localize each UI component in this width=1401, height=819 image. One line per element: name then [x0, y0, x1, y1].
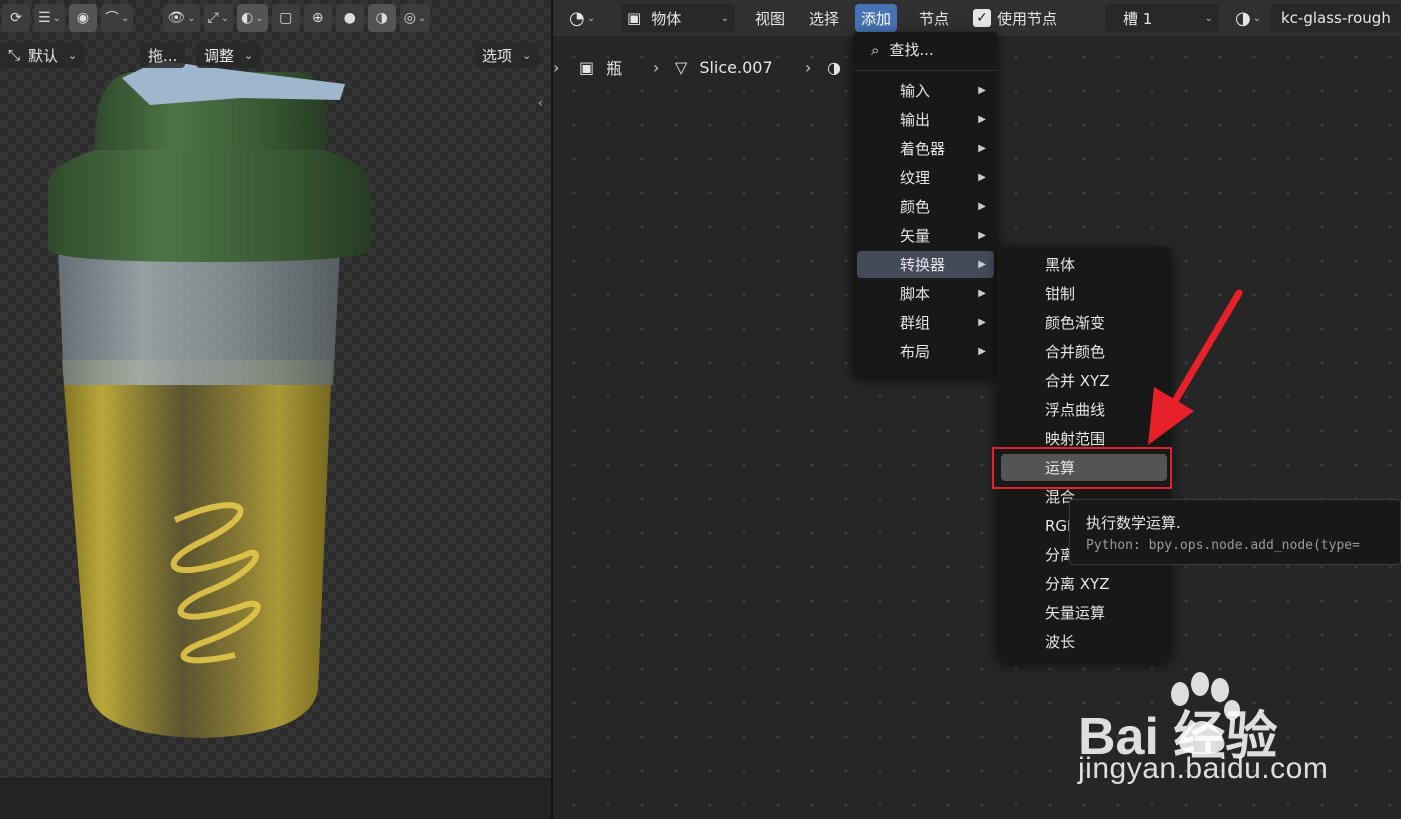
adjust-dropdown[interactable]: 调整 ⌄ [196, 42, 262, 68]
node-menu[interactable]: 节点 [913, 4, 955, 32]
menu-item-input[interactable]: 输入 ▶ [857, 77, 994, 104]
submenu-item-wavelength[interactable]: 波长 [1001, 628, 1167, 655]
move-icon: ⤡ [8, 46, 21, 64]
chevron-right-icon: › [553, 57, 560, 77]
bottle-render [48, 60, 370, 738]
view-menu[interactable]: 视图 [749, 4, 791, 32]
3d-viewport[interactable]: ⟳ ☰ ⌄ ◉ ⌒ ⌄ 👁 ⌄ ⤢ ⌄ ◐ ⌄ ▢ ⊕ ● ◑ ◎ ⌄ ⤡ 默认 ⌄ 拖...… [0, 0, 551, 819]
editor-type-dropdown[interactable]: ◔ ⌄ [563, 4, 601, 32]
pivot-point-icon[interactable]: ◉ [68, 4, 97, 32]
submenu-arrow-icon: ▶ [978, 201, 986, 212]
drag-dropdown[interactable]: 拖... [140, 42, 186, 68]
object-icon: ▣ [579, 57, 595, 77]
menu-item-script[interactable]: 脚本 ▶ [857, 280, 994, 307]
viewport-footer [0, 778, 551, 819]
options-dropdown[interactable]: 选项 ⌄ [474, 42, 540, 68]
submenu-arrow-icon: ▶ [978, 317, 986, 328]
collapse-chevron-icon[interactable]: ‹ [538, 96, 550, 114]
annotation-arrow-icon [1148, 289, 1243, 445]
add-menu-dropdown: ⌕ 查找... 输入 ▶ 输出 ▶ 着色器 ▶ 纹理 ▶ 颜色 ▶ 矢量 ▶ 转换器 ▶ 脚本… [853, 32, 998, 377]
submenu-arrow-icon: ▶ [978, 143, 986, 154]
slot-dropdown[interactable]: 槽 1 ⌄ [1105, 4, 1219, 32]
object-icon: ▣ [627, 9, 642, 27]
cursor-tool-icon[interactable]: ⟳ [2, 4, 30, 32]
submenu-arrow-icon: ▶ [978, 172, 986, 183]
menu-item-layout[interactable]: 布局 ▶ [857, 338, 994, 365]
submenu-item-vector-math[interactable]: 矢量运算 [1001, 599, 1167, 626]
search-icon: ⌕ [871, 40, 880, 59]
submenu-arrow-icon: ▶ [978, 230, 986, 241]
menu-item-group[interactable]: 群组 ▶ [857, 309, 994, 336]
material-sphere-icon: ◑ [1235, 7, 1251, 29]
material-browse-button[interactable]: ◑ ⌄ [1229, 4, 1267, 32]
submenu-item-separate-xyz[interactable]: 分离 XYZ [1001, 570, 1167, 597]
submenu-arrow-icon: ▶ [978, 288, 986, 299]
submenu-arrow-icon: ▶ [978, 259, 986, 270]
search-menu-item[interactable]: ⌕ 查找... [857, 36, 994, 63]
checkbox-checked-icon[interactable]: ✓ [973, 9, 991, 27]
xray-icon[interactable]: ▢ [271, 4, 300, 32]
viewport-tool-settings: ⤡ 默认 ⌄ 拖... 调整 ⌄ 选项 ⌄ [0, 40, 551, 70]
visibility-eye-icon[interactable]: 👁 ⌄ [163, 4, 200, 32]
material-shading-icon[interactable]: ◑ [367, 4, 396, 32]
material-name-field[interactable]: kc-glass-rough [1271, 4, 1401, 32]
viewport-header: ⟳ ☰ ⌄ ◉ ⌒ ⌄ 👁 ⌄ ⤢ ⌄ ◐ ⌄ ▢ ⊕ ● ◑ ◎ ⌄ [0, 0, 551, 36]
proportional-editing-icon[interactable]: ⌒ ⌄ [100, 4, 134, 32]
menu-item-converter[interactable]: 转换器 ▶ [857, 251, 994, 278]
shader-type-dropdown[interactable]: ▣ 物体 ⌄ [621, 4, 735, 32]
select-menu[interactable]: 选择 [803, 4, 845, 32]
chevron-right-icon: › [653, 57, 660, 77]
submenu-arrow-icon: ▶ [978, 346, 986, 357]
material-sphere-icon: ◑ [827, 57, 841, 77]
menu-item-texture[interactable]: 纹理 ▶ [857, 164, 994, 191]
breadcrumb-mesh: ▽ Slice.007 [675, 57, 773, 77]
transform-orientation-icon[interactable]: ☰ ⌄ [34, 4, 65, 32]
use-nodes-toggle[interactable]: ✓ 使用节点 [967, 4, 1063, 32]
submenu-item-blackbody[interactable]: 黑体 [1001, 251, 1167, 278]
menu-item-shader[interactable]: 着色器 ▶ [857, 135, 994, 162]
menu-item-output[interactable]: 输出 ▶ [857, 106, 994, 133]
breadcrumb-object: ▣ 瓶 [579, 57, 623, 79]
watermark-url: jingyan.baidu.com [1078, 752, 1329, 785]
submenu-arrow-icon: ▶ [978, 114, 986, 125]
tooltip-python: Python: bpy.ops.node.add_node(type= [1086, 538, 1360, 553]
overlay-icon[interactable]: ◐ ⌄ [237, 4, 268, 32]
mode-dropdown[interactable]: ⤡ 默认 ⌄ [0, 42, 86, 68]
shader-editor-icon: ◔ [569, 7, 585, 29]
add-menu[interactable]: 添加 [855, 4, 898, 32]
gizmo-icon[interactable]: ⤢ ⌄ [203, 4, 234, 32]
wireframe-shading-icon[interactable]: ⊕ [303, 4, 332, 32]
tooltip: 执行数学运算. Python: bpy.ops.node.add_node(ty… [1069, 499, 1401, 565]
annotation-highlight-box [992, 447, 1172, 489]
mesh-icon: ▽ [675, 57, 688, 77]
submenu-arrow-icon: ▶ [978, 85, 986, 96]
chevron-right-icon: › [805, 57, 812, 77]
menu-item-vector[interactable]: 矢量 ▶ [857, 222, 994, 249]
tooltip-description: 执行数学运算. [1086, 514, 1181, 532]
node-editor-header: ◔ ⌄ ▣ 物体 ⌄ 视图 选择 添加 节点 ✓ 使用节点 槽 1 ⌄ ◑ ⌄ kc… [553, 0, 1401, 36]
menu-item-color[interactable]: 颜色 ▶ [857, 193, 994, 220]
rendered-shading-icon[interactable]: ◎ ⌄ [399, 4, 431, 32]
solid-shading-icon[interactable]: ● [335, 4, 364, 32]
